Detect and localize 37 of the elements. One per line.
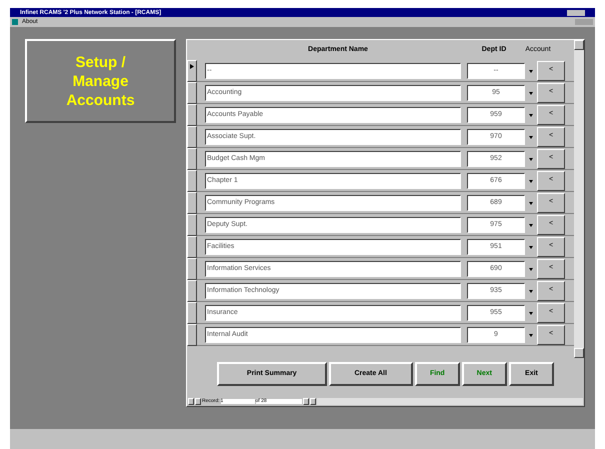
page-heading: Setup / Manage Accounts: [65, 52, 136, 110]
record-selector[interactable]: [187, 60, 197, 82]
dropdown-icon[interactable]: [529, 156, 533, 160]
record-selector[interactable]: [187, 236, 197, 258]
dropdown-icon[interactable]: [529, 244, 533, 248]
dropdown-icon[interactable]: [529, 134, 533, 138]
dropdown-icon[interactable]: [529, 200, 533, 204]
record-selector[interactable]: [187, 148, 197, 170]
vertical-scrollbar[interactable]: [574, 40, 584, 358]
first-record-button[interactable]: [188, 398, 194, 404]
dropdown-icon[interactable]: [529, 68, 533, 72]
next-record-button[interactable]: [302, 398, 309, 404]
dropdown-icon[interactable]: [529, 310, 533, 314]
record-selector[interactable]: [187, 104, 197, 126]
dropdown-icon[interactable]: [529, 266, 533, 270]
horizontal-scrollbar[interactable]: [316, 398, 583, 404]
last-record-button[interactable]: [310, 398, 316, 404]
record-selector[interactable]: [187, 192, 197, 214]
record-selector[interactable]: [187, 302, 197, 324]
current-record-icon: [190, 64, 194, 68]
scroll-down-icon[interactable]: [574, 348, 584, 358]
dropdown-icon[interactable]: [529, 222, 533, 226]
app-icon: [12, 19, 18, 25]
dropdown-icon[interactable]: [529, 112, 533, 116]
dropdown-icon[interactable]: [529, 332, 533, 336]
record-selector[interactable]: [187, 214, 197, 236]
record-selector[interactable]: [187, 258, 197, 280]
record-selector[interactable]: [187, 82, 197, 104]
dropdown-icon[interactable]: [529, 178, 533, 182]
record-selector[interactable]: [187, 170, 197, 192]
previous-record-button[interactable]: [195, 398, 201, 404]
record-selector[interactable]: [187, 280, 197, 302]
dropdown-icon[interactable]: [529, 90, 533, 94]
record-selector[interactable]: [187, 126, 197, 148]
dropdown-icon[interactable]: [529, 288, 533, 292]
record-selector[interactable]: [187, 324, 197, 346]
scroll-up-icon[interactable]: [574, 40, 584, 50]
